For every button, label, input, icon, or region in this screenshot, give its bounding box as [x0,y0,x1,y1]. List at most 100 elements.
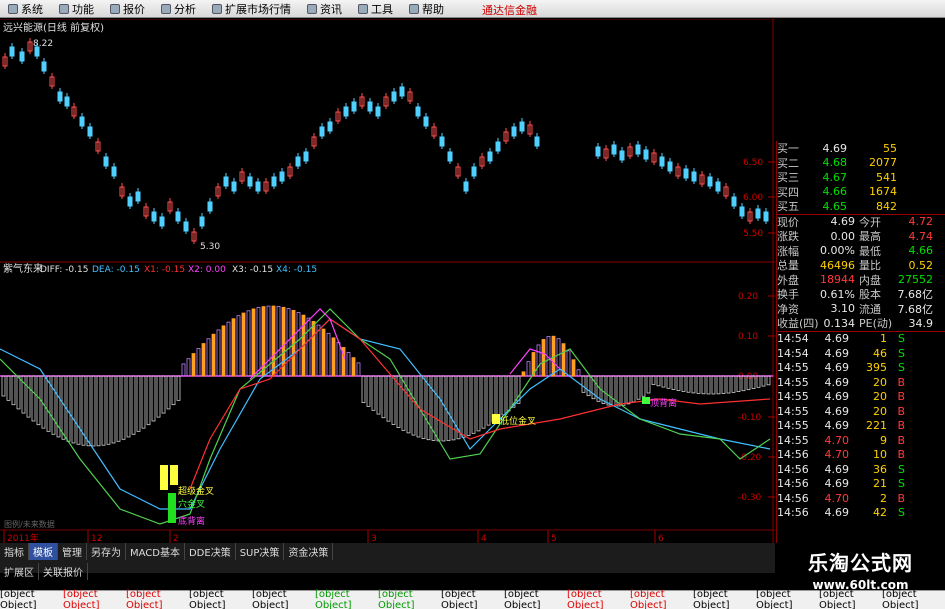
status-item: [object Object] [0,589,37,609]
tab2-0[interactable]: 扩展区 [0,563,39,580]
histogram-bar [186,358,191,377]
candle-body [399,86,405,97]
tab-6[interactable]: SUP决策 [236,543,285,560]
app-window: 系统 功能 报价 分析 扩展市场行情 资讯 工具 帮助 通达信金融 远兴能源(日线 前复权) … [0,0,945,609]
tab-7[interactable]: 资金决策 [284,543,334,560]
histogram-bar [321,328,326,377]
menu-item-4[interactable]: 扩展市场行情 [204,0,299,18]
tick-row: 14:55 4.69 20 B [777,404,945,419]
candle-body [487,151,493,162]
tick-volume: 9 [880,433,887,447]
tick-volume: 46 [873,346,887,360]
tick-price: 4.69 [824,477,850,491]
chart-canvas[interactable]: 远兴能源(日线 前复权) 8.22 5.30 6.506.005.50 紫气东来… [0,18,775,544]
candle-body [79,116,85,127]
tick-side: S [898,477,905,491]
bid-row: 买四 4.66 1674 [777,185,945,200]
tab-1[interactable]: 模板 [29,543,58,560]
histogram-bar [371,375,376,411]
tick-price: 4.69 [824,346,850,360]
stat-value: 0.52 [908,258,934,272]
menu-icon [59,3,69,14]
menu-label: 功能 [72,2,94,16]
tick-row: 14:56 4.70 2 B [777,491,945,506]
price-axis: 6.50 6.00 5.50 [743,158,775,239]
tab-2[interactable]: 管理 [58,543,87,560]
histogram-bar [256,307,261,377]
menu-item-5[interactable]: 资讯 [299,0,350,18]
histogram-bar [586,375,591,397]
histogram-bar [441,375,446,442]
menu-item-2[interactable]: 报价 [102,0,153,18]
histogram-bar [506,375,511,412]
histogram-bar [66,375,71,442]
candle-body [103,156,109,167]
candle-body [739,206,745,217]
candle-body [471,166,477,177]
tick-time: 14:56 [777,448,809,462]
stat-row: 外盘 18944 内盘 27552 [777,273,945,288]
histogram-bar [696,375,701,394]
histogram-bar [346,352,351,377]
histogram-bar [631,375,636,403]
menu-item-0[interactable]: 系统 [0,0,51,18]
tick-volume: 10 [873,448,887,462]
candle-body [127,196,133,207]
indicator-param: DIFF: -0.15 [40,265,88,275]
menu-item-7[interactable]: 帮助 [401,0,452,18]
indicator-title: 紫气东来 [3,262,43,275]
bid-volume: 2077 [869,156,897,170]
indicator-param: X1: -0.15 [144,265,185,275]
candle-body [707,176,713,187]
stat-value: 0.134 [823,316,856,330]
bid-price: 4.67 [822,170,848,184]
menu-item-6[interactable]: 工具 [350,0,401,18]
signal-bar [160,465,168,490]
tab-row-1: 指标 模板 管理 另存为 MACD基本 DDE决策 SUP决策 资金决策 [0,543,775,560]
histogram-bar [91,375,96,447]
tick-price: 4.69 [824,332,850,346]
quote-panel: 买一 4.69 55 买二 4.68 2077 买三 4.67 541 买四 4.66 1674 买五 4… [776,141,945,543]
histogram-bar [216,329,221,377]
menu-item-3[interactable]: 分析 [153,0,204,18]
histogram-bar [581,375,586,393]
tick-side: B [897,491,905,505]
tick-price: 4.69 [824,390,850,404]
tab-5[interactable]: DDE决策 [185,543,236,560]
candle-body [327,121,333,132]
signal-label: 顶背离 [650,397,677,409]
indicator-tick-label: 0.10 [738,332,758,342]
stat-value: 3.10 [830,302,856,316]
candle-body [391,91,397,102]
tab2-1[interactable]: 关联报价 [39,563,88,580]
stat-row: 总量 46496 量比 0.52 [777,258,945,273]
histogram-bar [166,375,171,410]
tab-4[interactable]: MACD基本 [126,543,185,560]
tab-3[interactable]: 另存为 [87,543,126,560]
tick-volume: 36 [873,462,887,476]
histogram-bar [231,318,236,377]
candle-body [303,151,309,162]
candle-body [183,221,189,232]
histogram-bar [611,375,616,407]
chart-area[interactable]: 远兴能源(日线 前复权) 8.22 5.30 6.50 6.00 5.50 紫气东来… [0,18,775,544]
tick-side: B [897,375,905,389]
candle-body [319,126,325,137]
menu-label: 系统 [21,2,43,16]
histogram-bar [521,371,526,377]
histogram-bar [36,375,41,426]
candle-body [495,141,501,152]
histogram-bar [686,375,691,393]
candle-body [375,106,381,117]
histogram-bar [26,375,31,418]
candle-body [367,101,373,112]
candle-body [247,176,253,187]
tick-volume: 20 [873,404,887,418]
histogram-bar [1,375,6,397]
menu-item-1[interactable]: 功能 [51,0,102,18]
tab-0[interactable]: 指标 [0,543,29,560]
indicator-tick-label: 0.20 [738,292,758,302]
candle-body [135,191,141,202]
candle-body [463,181,469,192]
tick-side: B [897,404,905,418]
